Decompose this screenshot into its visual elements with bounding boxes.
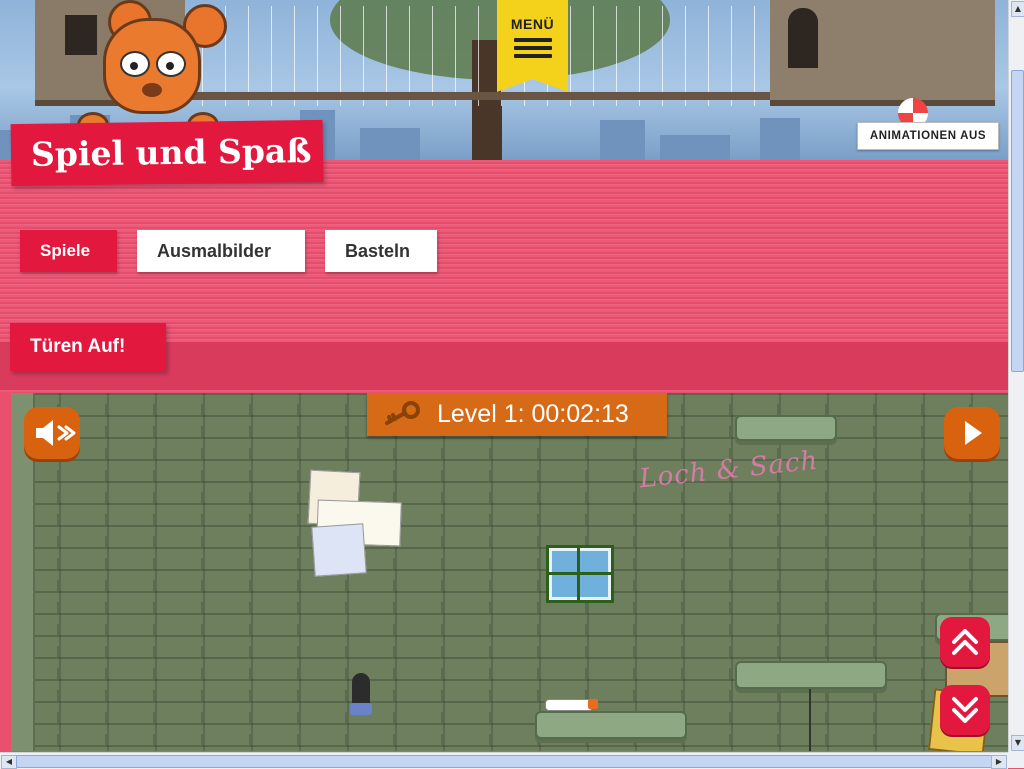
vertical-scroll-thumb[interactable] (1011, 70, 1024, 372)
level-timer-text: Level 1: 00:02:13 (437, 400, 629, 428)
ledge-platform (735, 661, 887, 689)
mouse-head (103, 18, 201, 114)
scroll-up-arrow-icon[interactable]: ▲ (1011, 1, 1024, 17)
menu-button[interactable]: MENÜ (497, 0, 568, 92)
sound-toggle-button[interactable] (24, 407, 80, 459)
mouse-eye (156, 51, 186, 77)
scroll-left-arrow-icon[interactable]: ◀ (1, 755, 17, 769)
ledge-platform (735, 415, 837, 441)
level-timer-bar: Level 1: 00:02:13 (367, 393, 667, 436)
vertical-scrollbar[interactable]: ▲ ▼ (1008, 0, 1024, 752)
rope-bridge-deck (180, 92, 800, 100)
play-button[interactable] (944, 407, 1000, 459)
horizontal-scroll-thumb[interactable] (16, 755, 994, 768)
paper-sheet[interactable] (311, 523, 367, 577)
category-tabs: Spiele Ausmalbilder Basteln (20, 230, 437, 272)
treehouse-right (770, 0, 995, 106)
page-title: Spiel und Spaß (10, 119, 324, 187)
key-icon (385, 401, 420, 425)
ledge-platform (535, 711, 687, 739)
scroll-down-button[interactable] (940, 685, 990, 735)
paint-tube-object[interactable] (545, 699, 598, 711)
mouse-mascot (75, 0, 227, 138)
treehouse-door (788, 8, 818, 68)
tab-basteln[interactable]: Basteln (325, 230, 437, 272)
game-canvas[interactable]: Loch & Sach Level 1: 00:02:13 (11, 393, 1008, 751)
scroll-up-button[interactable] (940, 617, 990, 667)
hat-stand (350, 703, 372, 715)
menu-label: MENÜ (510, 16, 555, 32)
game-title: Türen Auf! (10, 323, 166, 371)
scrollbar-corner (1008, 752, 1024, 768)
tab-ausmalbilder[interactable]: Ausmalbilder (137, 230, 305, 272)
hanging-rod (809, 689, 811, 751)
animations-off-button[interactable]: ANIMATIONEN AUS (857, 122, 999, 150)
tab-spiele[interactable]: Spiele (20, 230, 117, 272)
double-chevron-up-icon (952, 629, 978, 655)
rope-bridge (180, 6, 800, 106)
scroll-right-arrow-icon[interactable]: ▶ (991, 755, 1007, 769)
speaker-muted-icon (36, 420, 76, 446)
horizontal-scrollbar[interactable]: ◀ ▶ (0, 752, 1008, 769)
hamburger-icon (513, 38, 552, 58)
window-object[interactable] (546, 545, 614, 603)
play-icon (965, 421, 982, 445)
mouse-eye (120, 51, 150, 77)
brick-pattern (33, 404, 1008, 751)
mouse-nose (142, 83, 162, 97)
scroll-down-arrow-icon[interactable]: ▼ (1011, 735, 1024, 751)
double-chevron-down-icon (952, 697, 978, 723)
